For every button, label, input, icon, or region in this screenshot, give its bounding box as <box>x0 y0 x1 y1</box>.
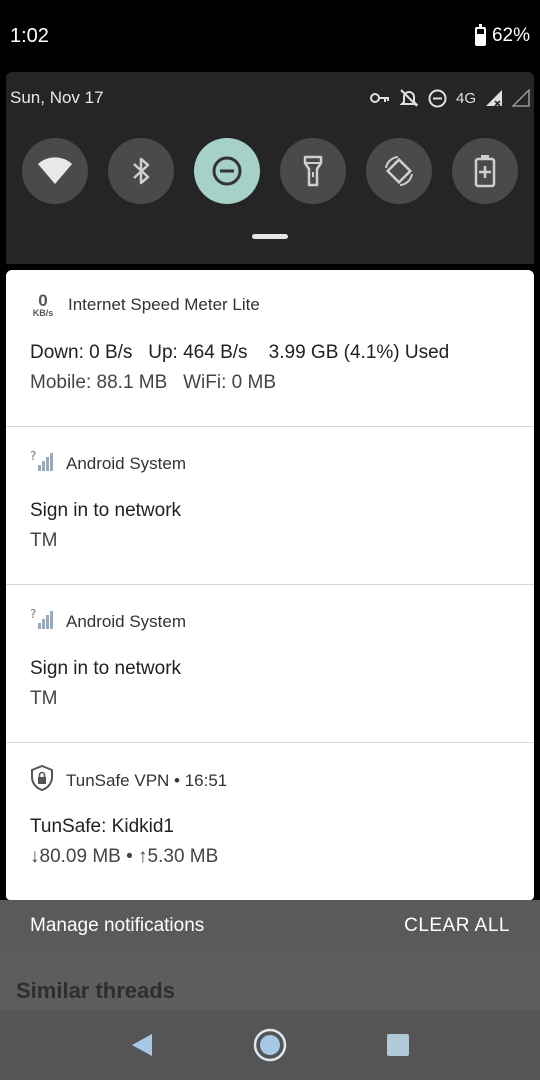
speed-line: Down: 0 B/s Up: 464 B/s 3.99 GB (4.1%) U… <box>30 342 450 363</box>
quick-settings-header: Sun, Nov 17 4G <box>6 72 534 124</box>
clear-all-button[interactable]: CLEAR ALL <box>404 915 510 937</box>
network-type: 4G <box>455 89 476 107</box>
battery-saver-tile[interactable] <box>452 138 518 204</box>
notification-tunsafe[interactable]: TunSafe VPN • 16:51 TunSafe: Kidkid1 ↓80… <box>6 743 534 900</box>
notification-header: 0 KB/s Internet Speed Meter Lite <box>30 292 260 318</box>
app-name: Android System <box>66 611 186 631</box>
notification-title: TunSafe: Kidkid1 <box>30 816 174 837</box>
notification-list: 0 KB/s Internet Speed Meter Lite Down: 0… <box>6 270 534 900</box>
background-heading: Similar threads <box>16 978 175 1003</box>
notification-text: ↓80.09 MB • ↑5.30 MB <box>30 846 219 867</box>
manage-notifications-button[interactable]: Manage notifications <box>30 915 204 937</box>
app-name: Android System <box>66 453 186 473</box>
signal-icon <box>485 89 503 107</box>
battery-icon <box>474 23 486 46</box>
notification-footer: Manage notifications CLEAR ALL <box>0 900 540 952</box>
navigation-bar <box>0 1010 540 1080</box>
auto-rotate-tile[interactable] <box>366 138 432 204</box>
auto-rotate-icon <box>382 154 416 188</box>
app-name: TunSafe VPN • 16:51 <box>66 770 228 790</box>
speed-meter-icon: 0 KB/s <box>32 291 54 318</box>
signal-empty-icon <box>512 89 530 107</box>
status-icons: 4G <box>369 88 530 108</box>
notification-header: TunSafe VPN • 16:51 <box>30 764 228 796</box>
bluetooth-icon <box>130 156 152 186</box>
vpn-shield-icon <box>30 764 54 796</box>
notification-title: Sign in to network <box>30 658 182 679</box>
flashlight-tile[interactable] <box>280 138 346 204</box>
notification-android-system[interactable]: ? Android System Sign in to network TM <box>6 427 534 585</box>
status-time: 1:02 <box>10 24 49 47</box>
recents-button[interactable] <box>386 1033 410 1057</box>
status-bar: 1:02 62% <box>0 0 540 72</box>
notifications-off-icon <box>399 88 419 108</box>
notification-header: ? Android System <box>30 449 186 478</box>
notification-speed-meter[interactable]: 0 KB/s Internet Speed Meter Lite Down: 0… <box>6 270 534 427</box>
notification-header: ? Android System <box>30 607 186 636</box>
home-button[interactable] <box>253 1028 287 1062</box>
background-app-content: Similar threads <box>0 952 540 1010</box>
battery-percent: 62% <box>491 25 530 46</box>
date-label[interactable]: Sun, Nov 17 <box>10 88 104 108</box>
notification-title: Sign in to network <box>30 500 182 521</box>
network-question-icon: ? <box>30 449 54 478</box>
do-not-disturb-icon <box>211 155 243 187</box>
svg-text:?: ? <box>30 449 36 463</box>
do-not-disturb-tile[interactable] <box>194 138 260 204</box>
app-name: Internet Speed Meter Lite <box>68 295 260 314</box>
quick-settings-tiles <box>22 138 518 204</box>
vpn-key-icon <box>369 92 390 104</box>
battery-saver-icon <box>474 154 496 188</box>
notification-text: TM <box>30 688 58 709</box>
dnd-status-icon <box>428 89 447 108</box>
bluetooth-tile[interactable] <box>108 138 174 204</box>
network-question-icon: ? <box>30 607 54 636</box>
wifi-tile[interactable] <box>22 138 88 204</box>
svg-text:?: ? <box>30 607 36 621</box>
quick-settings-panel: Sun, Nov 17 4G <box>6 72 534 264</box>
flashlight-icon <box>302 155 324 187</box>
notification-text: TM <box>30 530 58 551</box>
back-button[interactable] <box>130 1032 154 1058</box>
status-right: 62% <box>474 23 530 47</box>
drag-handle[interactable] <box>252 234 288 239</box>
wifi-icon <box>37 157 73 185</box>
usage-line: Mobile: 88.1 MB WiFi: 0 MB <box>30 372 277 393</box>
notification-android-system[interactable]: ? Android System Sign in to network TM <box>6 585 534 743</box>
